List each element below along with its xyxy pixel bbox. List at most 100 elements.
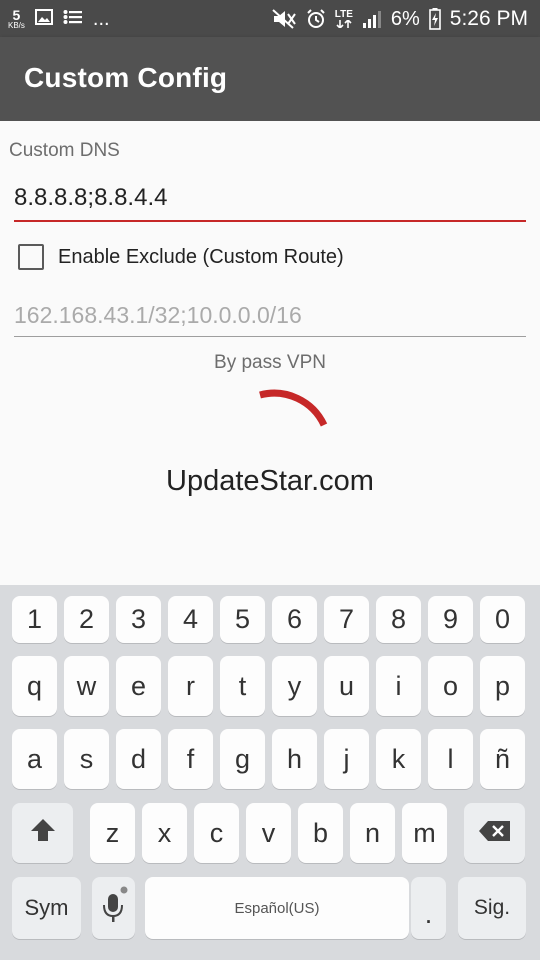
key-e[interactable]: e bbox=[116, 656, 161, 716]
key-8[interactable]: 8 bbox=[376, 596, 421, 643]
key-x[interactable]: x bbox=[142, 803, 187, 863]
key-label: w bbox=[76, 670, 97, 701]
more-notifications: ... bbox=[92, 7, 110, 30]
lte-icon: LTE bbox=[335, 10, 353, 28]
key-c[interactable]: c bbox=[194, 803, 239, 863]
app-bar: Custom Config bbox=[0, 37, 540, 121]
soft-keyboard: 1 2 3 4 5 6 7 8 9 0 q w e r t y u i o p … bbox=[0, 585, 540, 960]
key-label: 7 bbox=[338, 604, 355, 634]
key-y[interactable]: y bbox=[272, 656, 317, 716]
network-speed-value: 5 bbox=[12, 7, 21, 23]
key-label: k bbox=[391, 743, 406, 774]
key-r[interactable]: r bbox=[168, 656, 213, 716]
key-m[interactable]: m bbox=[402, 803, 447, 863]
page-title: Custom Config bbox=[24, 62, 228, 93]
mute-icon bbox=[271, 8, 297, 30]
key-n[interactable]: n bbox=[350, 803, 395, 863]
custom-route-placeholder: 162.168.43.1/32;10.0.0.0/16 bbox=[14, 302, 302, 328]
backspace-icon bbox=[478, 818, 512, 849]
sym-key[interactable]: Sym bbox=[12, 877, 81, 939]
clock: 5:26 PM bbox=[449, 7, 528, 30]
config-form: Custom DNS 8.8.8.8;8.8.4.4 Enable Exclud… bbox=[0, 121, 540, 585]
key-i[interactable]: i bbox=[376, 656, 421, 716]
key-label: o bbox=[442, 670, 459, 701]
list-notification-icon bbox=[63, 9, 83, 30]
key-label: 1 bbox=[26, 604, 43, 634]
key-j[interactable]: j bbox=[324, 729, 369, 789]
key-u[interactable]: u bbox=[324, 656, 369, 716]
key-label: 8 bbox=[390, 604, 407, 634]
network-speed-unit: KB/s bbox=[8, 21, 25, 30]
key-label: Español(US) bbox=[234, 899, 320, 917]
signal-icon bbox=[362, 9, 382, 29]
key-label: q bbox=[26, 670, 43, 701]
lte-label: LTE bbox=[334, 9, 353, 20]
period-key[interactable]: . bbox=[411, 877, 446, 939]
key-label: 5 bbox=[234, 604, 251, 634]
key-label: t bbox=[238, 670, 247, 701]
key-label: l bbox=[447, 743, 454, 774]
key-g[interactable]: g bbox=[220, 729, 265, 789]
watermark: UpdateStar.com bbox=[166, 465, 374, 497]
key-label: p bbox=[494, 670, 511, 701]
key-3[interactable]: 3 bbox=[116, 596, 161, 643]
key-6[interactable]: 6 bbox=[272, 596, 317, 643]
key-label: b bbox=[312, 817, 329, 848]
key-label: Sym bbox=[24, 895, 69, 920]
custom-dns-input[interactable]: 8.8.8.8;8.8.4.4 bbox=[14, 176, 526, 222]
key-label: n bbox=[364, 817, 381, 848]
key-a[interactable]: a bbox=[12, 729, 57, 789]
key-label: 4 bbox=[182, 604, 199, 634]
key-t[interactable]: t bbox=[220, 656, 265, 716]
enable-exclude-checkbox[interactable] bbox=[18, 244, 44, 270]
shift-key[interactable] bbox=[12, 803, 73, 863]
key-7[interactable]: 7 bbox=[324, 596, 369, 643]
key-s[interactable]: s bbox=[64, 729, 109, 789]
network-speed: 5 KB/s bbox=[8, 8, 25, 30]
key-5[interactable]: 5 bbox=[220, 596, 265, 643]
key-p[interactable]: p bbox=[480, 656, 525, 716]
key-v[interactable]: v bbox=[246, 803, 291, 863]
key-q[interactable]: q bbox=[12, 656, 57, 716]
key-label: z bbox=[105, 817, 120, 848]
key-f[interactable]: f bbox=[168, 729, 213, 789]
key-0[interactable]: 0 bbox=[480, 596, 525, 643]
space-key[interactable]: Español(US) bbox=[145, 877, 409, 939]
key-label: 3 bbox=[130, 604, 147, 634]
key-h[interactable]: h bbox=[272, 729, 317, 789]
key-label: a bbox=[26, 743, 43, 774]
key-1[interactable]: 1 bbox=[12, 596, 57, 643]
key-z[interactable]: z bbox=[90, 803, 135, 863]
key-w[interactable]: w bbox=[64, 656, 109, 716]
voice-input-key[interactable] bbox=[92, 877, 135, 939]
key-4[interactable]: 4 bbox=[168, 596, 213, 643]
key-label: j bbox=[343, 743, 350, 774]
loading-spinner bbox=[250, 383, 330, 438]
key-o[interactable]: o bbox=[428, 656, 473, 716]
key-b[interactable]: b bbox=[298, 803, 343, 863]
key-label: . bbox=[424, 898, 433, 929]
custom-route-input[interactable]: 162.168.43.1/32;10.0.0.0/16 bbox=[14, 294, 526, 337]
microphone-icon bbox=[99, 885, 129, 932]
key-label: c bbox=[209, 817, 224, 848]
next-key[interactable]: Sig. bbox=[458, 877, 526, 939]
key-2[interactable]: 2 bbox=[64, 596, 109, 643]
enable-exclude-row[interactable]: Enable Exclude (Custom Route) bbox=[18, 243, 344, 271]
key-label: h bbox=[286, 743, 303, 774]
key-n-tilde[interactable]: ñ bbox=[480, 729, 525, 789]
enable-exclude-label: Enable Exclude (Custom Route) bbox=[58, 245, 344, 268]
custom-dns-label: Custom DNS bbox=[9, 140, 120, 161]
bypass-vpn-label: By pass VPN bbox=[214, 352, 326, 373]
battery-percent: 6% bbox=[390, 7, 420, 30]
shift-icon bbox=[29, 816, 57, 851]
key-label: Sig. bbox=[473, 896, 511, 919]
key-9[interactable]: 9 bbox=[428, 596, 473, 643]
key-k[interactable]: k bbox=[376, 729, 421, 789]
key-label: 9 bbox=[442, 604, 459, 634]
backspace-key[interactable] bbox=[464, 803, 525, 863]
key-l[interactable]: l bbox=[428, 729, 473, 789]
key-d[interactable]: d bbox=[116, 729, 161, 789]
key-label: e bbox=[130, 670, 147, 701]
key-label: m bbox=[413, 817, 436, 848]
key-label: i bbox=[395, 670, 402, 701]
